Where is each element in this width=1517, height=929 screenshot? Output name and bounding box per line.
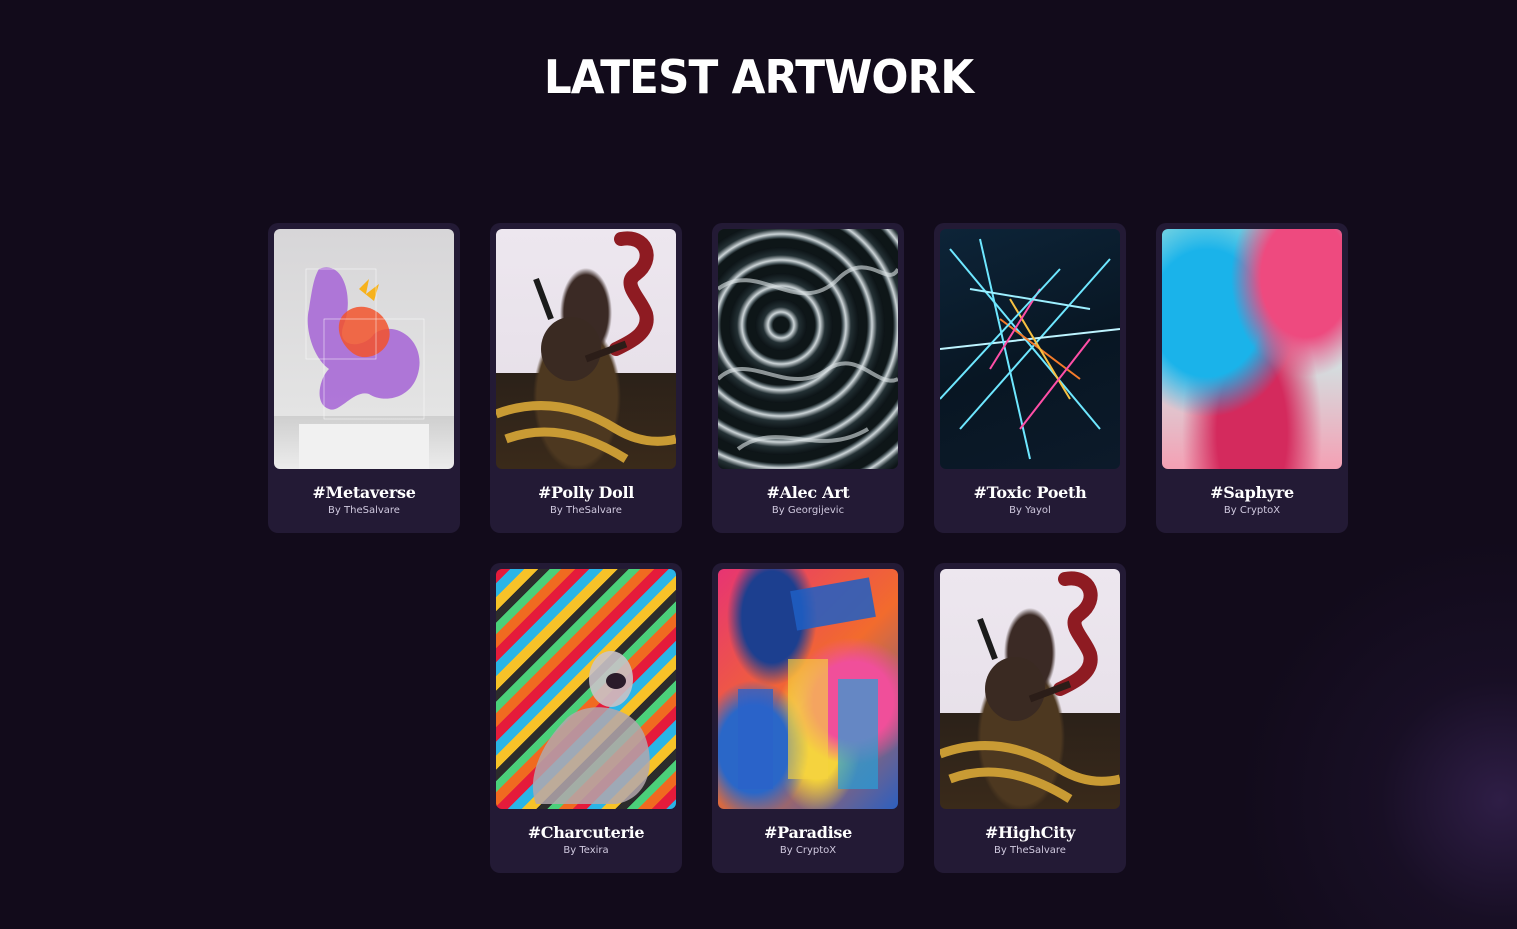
artwork-title[interactable]: #Polly Doll bbox=[496, 484, 676, 502]
fluid-swirl-image bbox=[718, 265, 898, 451]
artwork-card[interactable]: #Alec Art By Georgijevic bbox=[712, 223, 904, 533]
artwork-title[interactable]: #Paradise bbox=[718, 824, 898, 842]
artwork-image[interactable] bbox=[718, 569, 898, 809]
artwork-title[interactable]: #Metaverse bbox=[274, 484, 454, 502]
neon-lines-image bbox=[940, 238, 1120, 460]
artwork-card[interactable]: #Saphyre By CryptoX bbox=[1156, 223, 1348, 533]
artwork-card[interactable]: #Charcuterie By Texira bbox=[490, 563, 682, 873]
artwork-card[interactable]: #Polly Doll By TheSalvare bbox=[490, 223, 682, 533]
artwork-author: By Georgijevic bbox=[771, 505, 845, 516]
artwork-title[interactable]: #Toxic Poeth bbox=[940, 484, 1120, 502]
artwork-image[interactable] bbox=[496, 229, 676, 469]
artwork-author: By TheSalvare bbox=[550, 505, 622, 516]
artwork-image[interactable] bbox=[1162, 229, 1342, 469]
abstract-paint-image bbox=[738, 577, 878, 789]
artwork-image[interactable] bbox=[940, 229, 1120, 469]
artwork-image[interactable] bbox=[274, 229, 454, 469]
artwork-author: By CryptoX bbox=[1223, 505, 1281, 516]
artwork-card[interactable]: #Paradise By CryptoX bbox=[712, 563, 904, 873]
sculpture-image bbox=[299, 267, 429, 469]
artwork-card[interactable]: #Toxic Poeth By Yayol bbox=[934, 223, 1126, 533]
artwork-author: By CryptoX bbox=[779, 845, 837, 856]
figure-image bbox=[496, 231, 676, 463]
figure-image bbox=[940, 571, 1120, 803]
artwork-title[interactable]: #HighCity bbox=[940, 824, 1120, 842]
artwork-image[interactable] bbox=[940, 569, 1120, 809]
artwork-title[interactable]: #Charcuterie bbox=[496, 824, 676, 842]
artwork-image[interactable] bbox=[718, 229, 898, 469]
artwork-card[interactable]: #Metaverse By TheSalvare bbox=[268, 223, 460, 533]
artwork-image[interactable] bbox=[496, 569, 676, 809]
page: LATEST ARTWORK #Metaverse By TheSalvare bbox=[0, 0, 1517, 929]
artwork-title[interactable]: #Saphyre bbox=[1162, 484, 1342, 502]
section-title: LATEST ARTWORK bbox=[543, 50, 974, 104]
artwork-title[interactable]: #Alec Art bbox=[718, 484, 898, 502]
chrome-figure-image bbox=[532, 651, 650, 804]
artwork-card[interactable]: #HighCity By TheSalvare bbox=[934, 563, 1126, 873]
artwork-author: By TheSalvare bbox=[994, 845, 1066, 856]
artwork-author: By Yayol bbox=[1009, 505, 1051, 516]
artwork-author: By TheSalvare bbox=[328, 505, 400, 516]
artwork-author: By Texira bbox=[563, 845, 609, 856]
